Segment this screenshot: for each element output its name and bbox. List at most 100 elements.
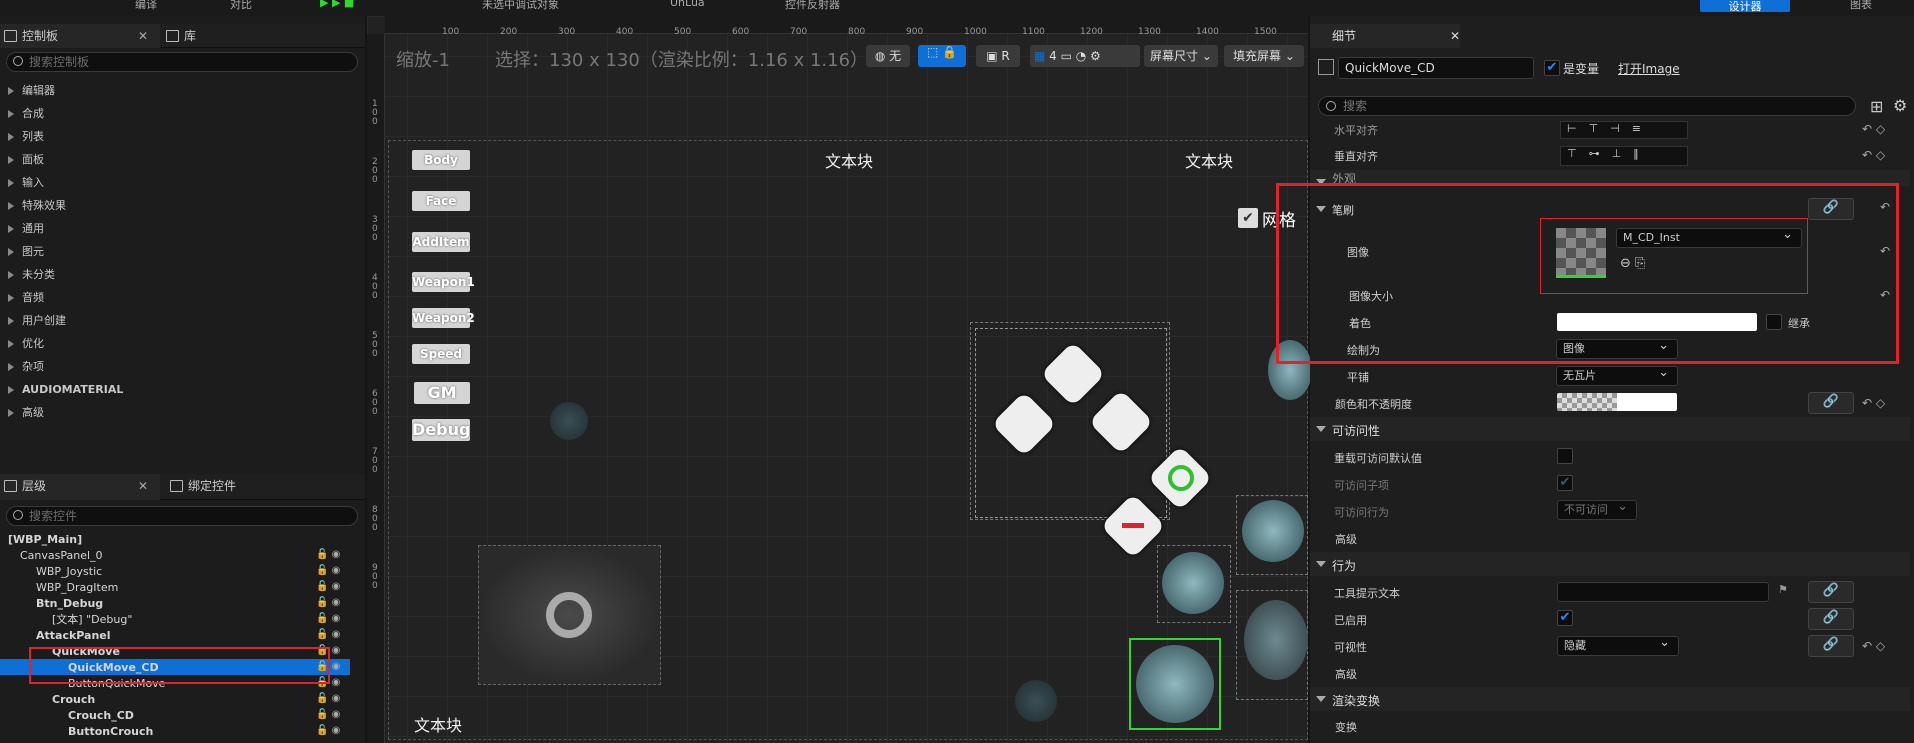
tooltip-binding-button[interactable]: 🔗: [1808, 581, 1854, 603]
palette-category[interactable]: 输入: [8, 171, 44, 194]
grid-snap-button[interactable]: ▦ 4 ▭ ◔ ⚙: [1030, 45, 1140, 67]
close-icon[interactable]: ✕: [1450, 24, 1460, 48]
palette-category[interactable]: 面板: [8, 148, 44, 171]
hierarchy-item[interactable]: Crouch: [52, 692, 95, 708]
play-icon[interactable]: ▶ ▶ ■: [320, 0, 354, 9]
hierarchy-item[interactable]: Crouch_CD: [68, 708, 134, 724]
section-behavior[interactable]: 行为: [1310, 552, 1910, 576]
visibility-eye-icon[interactable]: 🔓 ◉: [316, 597, 352, 608]
debug-button-debug[interactable]: Debug: [412, 419, 470, 441]
reset-icon[interactable]: ↶ ◇: [1862, 639, 1885, 653]
visibility-eye-icon[interactable]: 🔓 ◉: [316, 565, 352, 576]
debug-target-dropdown[interactable]: 未选中调试对象: [482, 0, 559, 12]
text-block-2[interactable]: 文本块: [1185, 148, 1233, 172]
dash-skill-icon[interactable]: [1242, 500, 1304, 562]
widget-name-input[interactable]: QuickMove_CD: [1338, 57, 1534, 79]
hierarchy-item[interactable]: ButtonCrouch: [68, 724, 153, 740]
tab-palette[interactable]: 控制板 ✕: [0, 24, 160, 48]
tab-hierarchy[interactable]: 层级 ✕: [0, 474, 160, 500]
screen-size-dropdown[interactable]: 屏幕尺寸 ⌄: [1144, 45, 1218, 67]
grid-checkbox[interactable]: ✔: [1238, 208, 1258, 228]
transform-label[interactable]: 变换: [1323, 719, 1357, 735]
text-block-1[interactable]: 文本块: [825, 148, 873, 172]
section-accessibility[interactable]: 可访问性: [1310, 417, 1910, 441]
palette-category[interactable]: 高级: [8, 401, 44, 424]
weapon-skill-icon[interactable]: [1244, 600, 1308, 680]
color-opacity-label[interactable]: 颜色和不透明度: [1323, 396, 1412, 412]
enabled-binding-button[interactable]: 🔗: [1808, 608, 1854, 630]
hierarchy-item[interactable]: WBP_DragItem: [36, 580, 118, 596]
palette-category[interactable]: 用户创建: [8, 309, 66, 332]
reset-icon[interactable]: ↶ ◇: [1862, 148, 1885, 162]
hierarchy-item[interactable]: CanvasPanel_0: [20, 548, 103, 564]
respect-lock-button[interactable]: ▣ R: [976, 45, 1020, 67]
palette-category[interactable]: 合成: [8, 102, 44, 125]
tab-bind-widgets[interactable]: 绑定控件: [166, 474, 316, 500]
reset-icon[interactable]: ↶ ◇: [1862, 396, 1885, 410]
debug-button-gm[interactable]: GM: [414, 382, 470, 404]
palette-category[interactable]: 编辑器: [8, 79, 55, 102]
palette-category[interactable]: 图元: [8, 240, 44, 263]
fill-screen-dropdown[interactable]: 填充屏幕 ⌄: [1224, 45, 1304, 67]
debug-button-additem[interactable]: AddItem: [412, 232, 470, 252]
visibility-dropdown[interactable]: 隐藏: [1557, 634, 1679, 656]
h-align-buttons[interactable]: ⊢⊤⊣≡: [1560, 121, 1688, 139]
unlua-button[interactable]: UnLua: [670, 0, 705, 9]
section-render-transform[interactable]: 渲染变换: [1310, 687, 1910, 711]
designer-button[interactable]: 设计器: [1700, 0, 1790, 13]
hierarchy-item[interactable]: [文本] "Debug": [52, 612, 132, 628]
visibility-eye-icon[interactable]: 🔓 ◉: [316, 629, 352, 640]
tooltip-input[interactable]: [1557, 582, 1769, 602]
tiling-dropdown[interactable]: 无瓦片: [1556, 364, 1678, 386]
debug-button-body[interactable]: Body: [412, 150, 470, 170]
palette-search-input[interactable]: 搜索控制板: [6, 52, 358, 72]
compile-button[interactable]: 编译: [135, 0, 157, 12]
palette-category[interactable]: AUDIOMATERIAL: [8, 378, 123, 401]
flag-icon[interactable]: ⚑: [1778, 583, 1788, 596]
visibility-eye-icon[interactable]: 🔓 ◉: [316, 709, 352, 720]
visibility-eye-icon[interactable]: 🔓 ◉: [316, 581, 352, 592]
hierarchy-search-input[interactable]: 搜索控件: [6, 506, 358, 526]
debug-button-weapon2[interactable]: Weapon2: [412, 308, 475, 328]
widget-reflector-button[interactable]: 控件反射器: [785, 0, 840, 12]
tab-library[interactable]: 库: [162, 24, 282, 48]
debug-button-speed[interactable]: Speed: [412, 344, 470, 364]
palette-category[interactable]: 杂项: [8, 355, 44, 378]
debug-button-weapon1[interactable]: Weapon1: [412, 272, 475, 292]
is-variable-checkbox[interactable]: ✔: [1544, 60, 1560, 76]
palette-category[interactable]: 优化: [8, 332, 44, 355]
visibility-eye-icon[interactable]: 🔓 ◉: [316, 613, 352, 624]
palette-category[interactable]: 特殊效果: [8, 194, 66, 217]
visibility-binding-button[interactable]: 🔗: [1808, 635, 1854, 657]
hierarchy-item[interactable]: Btn_Debug: [36, 596, 103, 612]
hierarchy-item[interactable]: [WBP_Main]: [8, 532, 82, 548]
color-opacity-swatch[interactable]: [1557, 393, 1677, 411]
open-image-link[interactable]: 打开Image: [1618, 60, 1680, 77]
crouch-skill-icon[interactable]: [1162, 552, 1224, 614]
hierarchy-item[interactable]: WBP_Joystic: [36, 564, 102, 580]
debug-button-face[interactable]: Face: [412, 191, 470, 211]
lock-widget-icon[interactable]: [550, 402, 588, 440]
table-icon[interactable]: ⊞: [1870, 97, 1883, 116]
lock-toggle[interactable]: ⬚ 🔒: [918, 45, 966, 67]
reset-icon[interactable]: ↶ ◇: [1862, 122, 1885, 136]
visibility-eye-icon[interactable]: 🔓 ◉: [316, 549, 352, 560]
gear-icon[interactable]: ⚙: [1893, 96, 1907, 115]
palette-category[interactable]: 音频: [8, 286, 44, 309]
tab-details[interactable]: 细节 ✕: [1310, 24, 1460, 48]
color-binding-button[interactable]: 🔗: [1808, 392, 1854, 414]
text-block-3[interactable]: 文本块: [414, 712, 462, 736]
visibility-eye-icon[interactable]: 🔓 ◉: [316, 693, 352, 704]
graph-button[interactable]: 图表: [1850, 0, 1872, 12]
hierarchy-item[interactable]: AttackPanel: [36, 628, 111, 644]
enabled-checkbox[interactable]: ✔: [1557, 610, 1573, 626]
details-search-input[interactable]: 搜索: [1318, 96, 1856, 116]
override-access-checkbox[interactable]: [1557, 448, 1573, 464]
backpack-icon[interactable]: [1015, 680, 1057, 722]
close-icon[interactable]: ✕: [138, 474, 148, 498]
v-align-buttons[interactable]: ⊤⊶⊥‖: [1560, 146, 1688, 166]
advanced-label[interactable]: 高级: [1323, 531, 1357, 547]
visibility-eye-icon[interactable]: 🔓 ◉: [316, 725, 352, 736]
palette-category[interactable]: 通用: [8, 217, 44, 240]
diff-button[interactable]: 对比: [230, 0, 252, 12]
